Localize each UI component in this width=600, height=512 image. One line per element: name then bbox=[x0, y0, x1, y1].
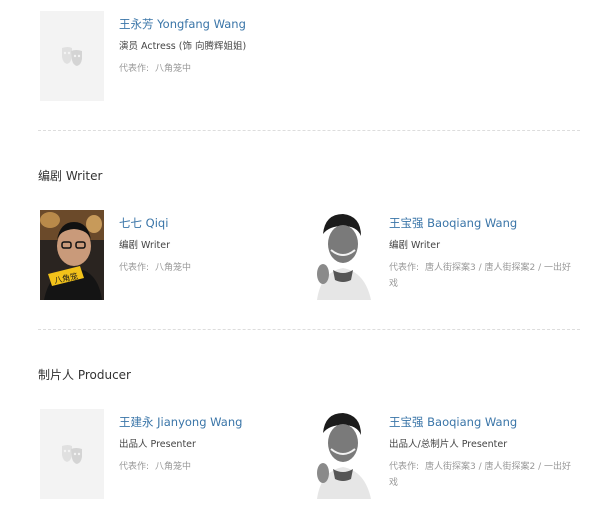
works-label: 代表作: bbox=[119, 64, 150, 74]
person-name-link[interactable]: 王永芳 Yongfang Wang bbox=[119, 17, 246, 31]
works-link[interactable]: 八角笼中 bbox=[155, 64, 191, 74]
person-name-link[interactable]: 七七 Qiqi bbox=[119, 216, 168, 230]
person-works: 代表作: 八角笼中 bbox=[119, 61, 309, 77]
section-divider bbox=[38, 329, 580, 330]
person-works: 代表作: 八角笼中 bbox=[119, 459, 309, 475]
person-works: 代表作: 唐人街探案3 / 唐人街探案2 / 一出好戏 bbox=[389, 260, 579, 292]
section-title-producer: 制片人 Producer bbox=[38, 368, 131, 382]
works-label: 代表作: bbox=[119, 462, 150, 472]
person-role: 编剧 Writer bbox=[119, 240, 171, 251]
works-label: 代表作: bbox=[389, 263, 420, 273]
mask-placeholder-icon bbox=[62, 47, 82, 66]
works-link[interactable]: 八角笼中 bbox=[155, 462, 191, 472]
section-title-writer: 编剧 Writer bbox=[38, 169, 103, 183]
person-role: 出品人 Presenter bbox=[119, 439, 196, 450]
section-divider bbox=[38, 130, 580, 131]
person-name-link[interactable]: 王宝强 Baoqiang Wang bbox=[389, 216, 517, 230]
person-name-link[interactable]: 王建永 Jianyong Wang bbox=[119, 415, 242, 429]
photo-placeholder[interactable] bbox=[40, 409, 104, 499]
works-link[interactable]: 八角笼中 bbox=[155, 263, 191, 273]
person-role: 编剧 Writer bbox=[389, 240, 441, 251]
person-works: 代表作: 唐人街探案3 / 唐人街探案2 / 一出好戏 bbox=[389, 459, 579, 491]
photo-placeholder[interactable] bbox=[40, 11, 104, 101]
person-photo[interactable]: 八角笼 bbox=[40, 210, 104, 300]
person-photo[interactable] bbox=[309, 409, 373, 499]
person-photo[interactable] bbox=[309, 210, 373, 300]
person-name-link[interactable]: 王宝强 Baoqiang Wang bbox=[389, 415, 517, 429]
works-label: 代表作: bbox=[389, 462, 420, 472]
mask-placeholder-icon bbox=[62, 445, 82, 464]
person-works: 代表作: 八角笼中 bbox=[119, 260, 309, 276]
works-label: 代表作: bbox=[119, 263, 150, 273]
person-role: 演员 Actress (饰 向腾辉姐姐) bbox=[119, 41, 247, 52]
person-role: 出品人/总制片人 Presenter bbox=[389, 439, 508, 450]
